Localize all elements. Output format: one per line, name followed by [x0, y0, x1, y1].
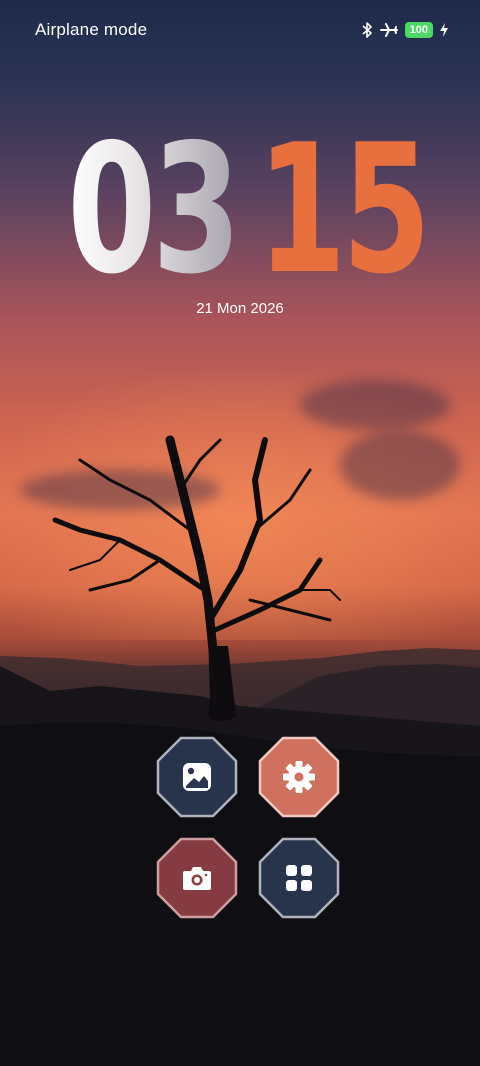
tree-silhouette	[52, 435, 341, 720]
camera-shortcut-button[interactable]	[156, 837, 238, 919]
status-bar: Airplane mode 100	[0, 0, 480, 60]
lock-date: 21 Mon 2026	[196, 300, 284, 317]
bluetooth-icon	[362, 22, 372, 38]
camera-shortcut-shape	[156, 837, 238, 919]
status-icons: 100	[361, 22, 448, 38]
gallery-shortcut-shape	[156, 736, 238, 818]
battery-icon: 100	[404, 22, 433, 38]
apps-shortcut-shape	[258, 837, 340, 919]
apps-shortcut-button[interactable]	[258, 837, 340, 919]
settings-shortcut-shape	[258, 736, 340, 818]
clock-hours: 03	[67, 106, 241, 313]
settings-shortcut-button[interactable]	[258, 736, 340, 818]
airplane-icon	[379, 23, 398, 37]
charging-bolt-icon	[440, 23, 448, 37]
status-mode-label: Airplane mode	[35, 20, 148, 39]
gallery-shortcut-button[interactable]	[156, 736, 238, 818]
clock-minutes: 15	[257, 106, 431, 313]
lock-screen: Airplane mode 100 03 15 21 Mon 2026	[0, 0, 480, 1066]
cloud	[340, 430, 460, 500]
image-icon	[183, 763, 211, 791]
gear-icon	[283, 761, 315, 793]
lock-clock: 03 15	[67, 120, 431, 300]
